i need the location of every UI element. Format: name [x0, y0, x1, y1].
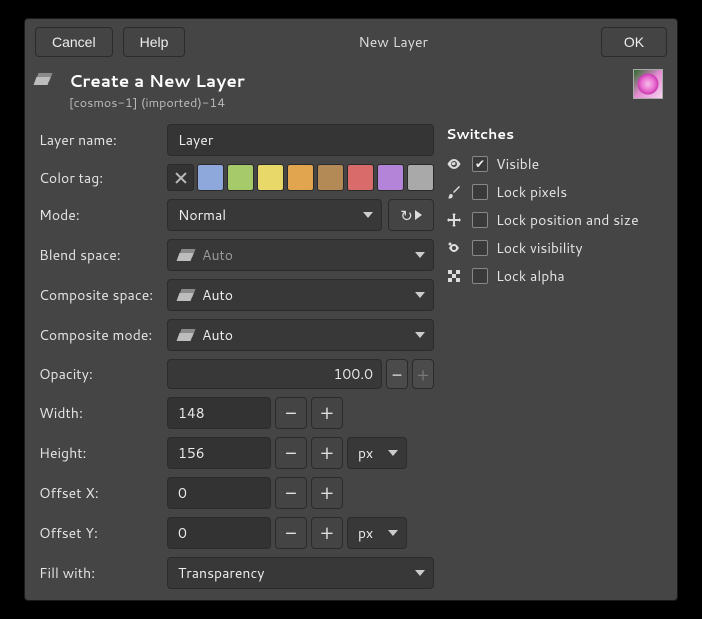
chevron-down-icon	[388, 530, 398, 536]
width-increment[interactable]: +	[311, 397, 343, 429]
layer-icon	[178, 249, 196, 261]
switch-label: Lock alpha	[496, 266, 565, 286]
label-mode: Mode:	[39, 205, 161, 225]
label-color-tag: Color tag:	[39, 168, 161, 188]
offset-unit-select[interactable]: px	[347, 517, 407, 549]
size-unit-select[interactable]: px	[347, 437, 407, 469]
label-fill-with: Fill with:	[39, 563, 161, 583]
cancel-button[interactable]: Cancel	[35, 27, 113, 57]
chevron-down-icon	[415, 332, 425, 338]
color-tag-orange[interactable]	[287, 164, 314, 191]
chevron-down-icon	[388, 450, 398, 456]
offset-y-decrement[interactable]: −	[275, 517, 307, 549]
color-tag-blue[interactable]	[197, 164, 224, 191]
composite-space-select[interactable]: Auto	[167, 279, 434, 311]
chevron-down-icon	[363, 212, 373, 218]
move-icon	[446, 212, 464, 228]
switches-title: Switches	[446, 124, 663, 144]
header-title: Create a New Layer	[69, 69, 633, 93]
label-layer-name: Layer name:	[39, 130, 161, 150]
offset-y-input[interactable]: 0	[167, 517, 271, 549]
opacity-input[interactable]: 100.0	[167, 359, 382, 389]
layer-name-input[interactable]: Layer	[167, 124, 434, 156]
opacity-increment[interactable]: +	[412, 359, 434, 389]
chevron-down-icon	[415, 252, 425, 258]
offset-x-input[interactable]: 0	[167, 477, 271, 509]
label-opacity: Opacity:	[39, 364, 161, 384]
label-offset-y: Offset Y:	[39, 523, 161, 543]
height-decrement[interactable]: −	[275, 437, 307, 469]
checkbox-lock-visibility[interactable]	[472, 240, 488, 256]
checkbox-lock-position-and-size[interactable]	[472, 212, 488, 228]
width-decrement[interactable]: −	[275, 397, 307, 429]
form-grid: Layer name: Layer Color tag: Mode: Norma…	[39, 124, 434, 589]
visibility-icon	[446, 240, 464, 256]
brush-icon	[446, 184, 464, 200]
checkbox-lock-pixels[interactable]	[472, 184, 488, 200]
color-tag-gray[interactable]	[407, 164, 434, 191]
color-tag-red[interactable]	[347, 164, 374, 191]
switch-label: Visible	[496, 154, 539, 174]
mode-select[interactable]: Normal	[167, 199, 382, 231]
switch-row-alpha: Lock alpha	[446, 262, 663, 290]
dialog-header: Create a New Layer [cosmos-1] (imported)…	[25, 65, 677, 118]
label-composite-space: Composite space:	[39, 285, 161, 305]
label-height: Height:	[39, 443, 161, 463]
chevron-down-icon	[415, 292, 425, 298]
mode-reset-button[interactable]: ↻	[388, 199, 434, 231]
composite-mode-select[interactable]: Auto	[167, 319, 434, 351]
label-offset-x: Offset X:	[39, 483, 161, 503]
switch-row-move: Lock position and size	[446, 206, 663, 234]
layers-icon	[35, 73, 63, 93]
height-input[interactable]: 156	[167, 437, 271, 469]
dialog-title: New Layer	[195, 32, 591, 52]
switch-label: Lock visibility	[496, 238, 583, 258]
offset-x-decrement[interactable]: −	[275, 477, 307, 509]
color-tag-green[interactable]	[227, 164, 254, 191]
eye-icon	[446, 156, 464, 172]
header-subtitle: [cosmos-1] (imported)-14	[69, 94, 633, 112]
layer-icon	[178, 329, 196, 341]
color-tag-brown[interactable]	[317, 164, 344, 191]
image-thumbnail	[633, 69, 663, 99]
blend-space-select[interactable]: Auto	[167, 239, 434, 271]
help-button[interactable]: Help	[123, 27, 186, 57]
checkbox-visible[interactable]	[472, 156, 488, 172]
color-tag-yellow[interactable]	[257, 164, 284, 191]
dialog-button-bar: Cancel Help New Layer OK	[25, 19, 677, 65]
switch-label: Lock position and size	[496, 210, 639, 230]
switch-row-eye: Visible	[446, 150, 663, 178]
ok-button[interactable]: OK	[601, 27, 667, 57]
label-blend-space: Blend space:	[39, 245, 161, 265]
label-width: Width:	[39, 403, 161, 423]
label-composite-mode: Composite mode:	[39, 325, 161, 345]
switch-row-visibility: Lock visibility	[446, 234, 663, 262]
opacity-decrement[interactable]: −	[386, 359, 408, 389]
layer-icon	[178, 289, 196, 301]
switches-panel: Switches Visible Lock pixels Lock position…	[446, 124, 663, 589]
switch-label: Lock pixels	[496, 182, 567, 202]
height-increment[interactable]: +	[311, 437, 343, 469]
color-tag-none[interactable]	[167, 164, 194, 191]
color-tag-violet[interactable]	[377, 164, 404, 191]
new-layer-dialog: Cancel Help New Layer OK Create a New La…	[24, 18, 678, 601]
play-icon	[415, 210, 422, 220]
width-input[interactable]: 148	[167, 397, 271, 429]
offset-x-increment[interactable]: +	[311, 477, 343, 509]
offset-y-increment[interactable]: +	[311, 517, 343, 549]
alpha-icon	[446, 268, 464, 284]
switch-row-brush: Lock pixels	[446, 178, 663, 206]
chevron-down-icon	[415, 570, 425, 576]
reset-icon: ↻	[400, 205, 413, 226]
checkbox-lock-alpha[interactable]	[472, 268, 488, 284]
fill-with-select[interactable]: Transparency	[167, 557, 434, 589]
color-tag-row	[167, 164, 434, 191]
